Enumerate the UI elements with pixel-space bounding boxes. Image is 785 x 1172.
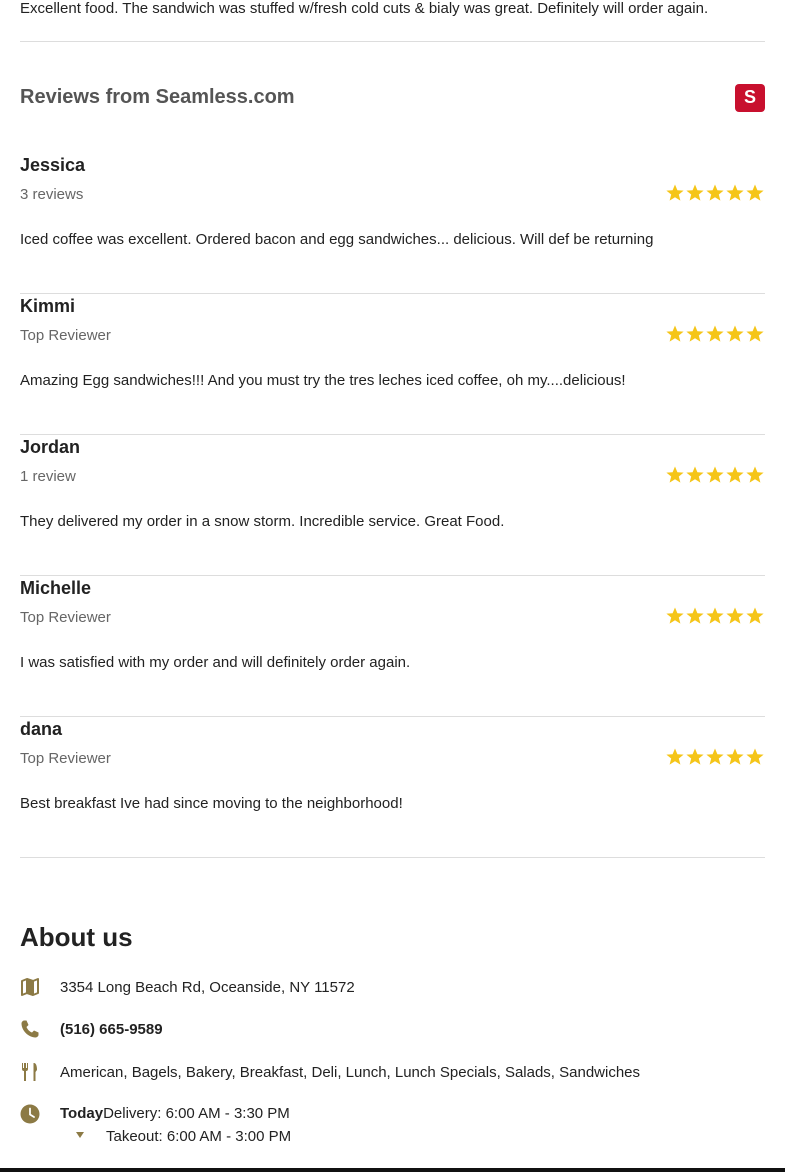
address-text[interactable]: 3354 Long Beach Rd, Oceanside, NY 11572	[60, 979, 355, 996]
star-icon	[746, 607, 764, 624]
hours-row: TodayDelivery: 6:00 AM - 3:30 PM Takeout…	[20, 1102, 765, 1148]
hours-today-line: TodayDelivery: 6:00 AM - 3:30 PM	[60, 1102, 291, 1125]
star-rating	[665, 747, 765, 767]
delivery-hours: Delivery: 6:00 AM - 3:30 PM	[103, 1105, 290, 1122]
clock-icon	[20, 1104, 40, 1124]
star-icon	[746, 184, 764, 201]
review-text: I was satisfied with my order and will d…	[20, 654, 411, 671]
star-icon	[726, 184, 744, 201]
about-title: About us	[20, 922, 133, 952]
cuisine-row: American, Bagels, Bakery, Breakfast, Del…	[20, 1061, 765, 1083]
reviews-list: Jessica 3 reviews Iced coffee was excellen…	[20, 153, 765, 858]
star-rating	[665, 324, 765, 344]
star-icon	[706, 325, 724, 342]
address-row: 3354 Long Beach Rd, Oceanside, NY 11572	[20, 976, 765, 998]
review-item: Kimmi Top Reviewer Amazing Egg sandwiches!…	[20, 294, 765, 434]
star-icon	[686, 325, 704, 342]
star-icon	[726, 325, 744, 342]
star-icon	[686, 607, 704, 624]
star-icon	[686, 466, 704, 483]
star-icon	[706, 184, 724, 201]
previous-review-text: Excellent food. The sandwich was stuffed…	[20, 0, 709, 17]
star-icon	[726, 466, 744, 483]
page-content: Excellent food. The sandwich was stuffed…	[0, 0, 785, 1148]
phone-row: (516) 665-9589	[20, 1018, 765, 1040]
footer-bar	[0, 1168, 785, 1172]
reviews-section-header: Reviews from Seamless.com S	[20, 42, 765, 153]
star-rating	[665, 183, 765, 203]
reviewer-name: dana	[20, 719, 63, 739]
star-icon	[686, 184, 704, 201]
review-text: They delivered my order in a snow storm.…	[20, 513, 505, 530]
reviewer-name: Jessica	[20, 155, 86, 175]
star-icon	[706, 748, 724, 765]
review-text: Best breakfast Ive had since moving to t…	[20, 795, 403, 812]
reviewer-meta: Top Reviewer	[20, 609, 111, 626]
star-icon	[706, 466, 724, 483]
reviews-section-title: Reviews from Seamless.com	[20, 86, 295, 108]
star-icon	[706, 607, 724, 624]
cuisines-text: American, Bagels, Bakery, Breakfast, Del…	[60, 1063, 641, 1081]
reviewer-meta: 1 review	[20, 468, 76, 485]
reviewer-meta: Top Reviewer	[20, 327, 111, 344]
star-icon	[666, 607, 684, 624]
review-item: dana Top Reviewer Best breakfast Ive had s…	[20, 717, 765, 857]
star-icon	[746, 325, 764, 342]
star-icon	[686, 748, 704, 765]
utensils-icon	[20, 1062, 40, 1082]
star-icon	[726, 748, 744, 765]
review-text: Iced coffee was excellent. Ordered bacon…	[20, 231, 654, 248]
phone-icon	[20, 1019, 40, 1039]
hours-lines: TodayDelivery: 6:00 AM - 3:30 PM Takeout…	[60, 1102, 291, 1148]
review-item: Jessica 3 reviews Iced coffee was excellen…	[20, 153, 765, 293]
about-section: About us 3354 Long Beach Rd, Oceanside, …	[20, 858, 765, 1148]
star-icon	[666, 466, 684, 483]
reviewer-name: Kimmi	[20, 296, 76, 316]
review-item: Jordan 1 review They delivered my order in…	[20, 435, 765, 575]
reviewer-name: Michelle	[20, 578, 92, 598]
review-text: Amazing Egg sandwiches!!! And you must t…	[20, 372, 626, 389]
star-rating	[665, 465, 765, 485]
star-icon	[666, 325, 684, 342]
review-item: Michelle Top Reviewer I was satisfied with…	[20, 576, 765, 716]
reviewer-meta: 3 reviews	[20, 186, 84, 203]
star-icon	[746, 466, 764, 483]
star-icon	[726, 607, 744, 624]
map-icon	[20, 977, 40, 997]
phone-link[interactable]: (516) 665-9589	[60, 1021, 163, 1038]
star-rating	[665, 606, 765, 626]
today-label: Today	[60, 1105, 104, 1122]
seamless-logo[interactable]: S	[735, 83, 765, 112]
star-icon	[746, 748, 764, 765]
reviewer-meta: Top Reviewer	[20, 750, 111, 767]
star-icon	[666, 748, 684, 765]
takeout-hours: Takeout: 6:00 AM - 3:00 PM	[106, 1128, 292, 1145]
reviewer-name: Jordan	[20, 437, 81, 457]
restaurant-page: Excellent food. The sandwich was stuffed…	[0, 0, 785, 1172]
chevron-down-icon[interactable]	[76, 1132, 84, 1139]
hours-takeout-line: Takeout: 6:00 AM - 3:00 PM	[60, 1125, 291, 1148]
star-icon	[666, 184, 684, 201]
